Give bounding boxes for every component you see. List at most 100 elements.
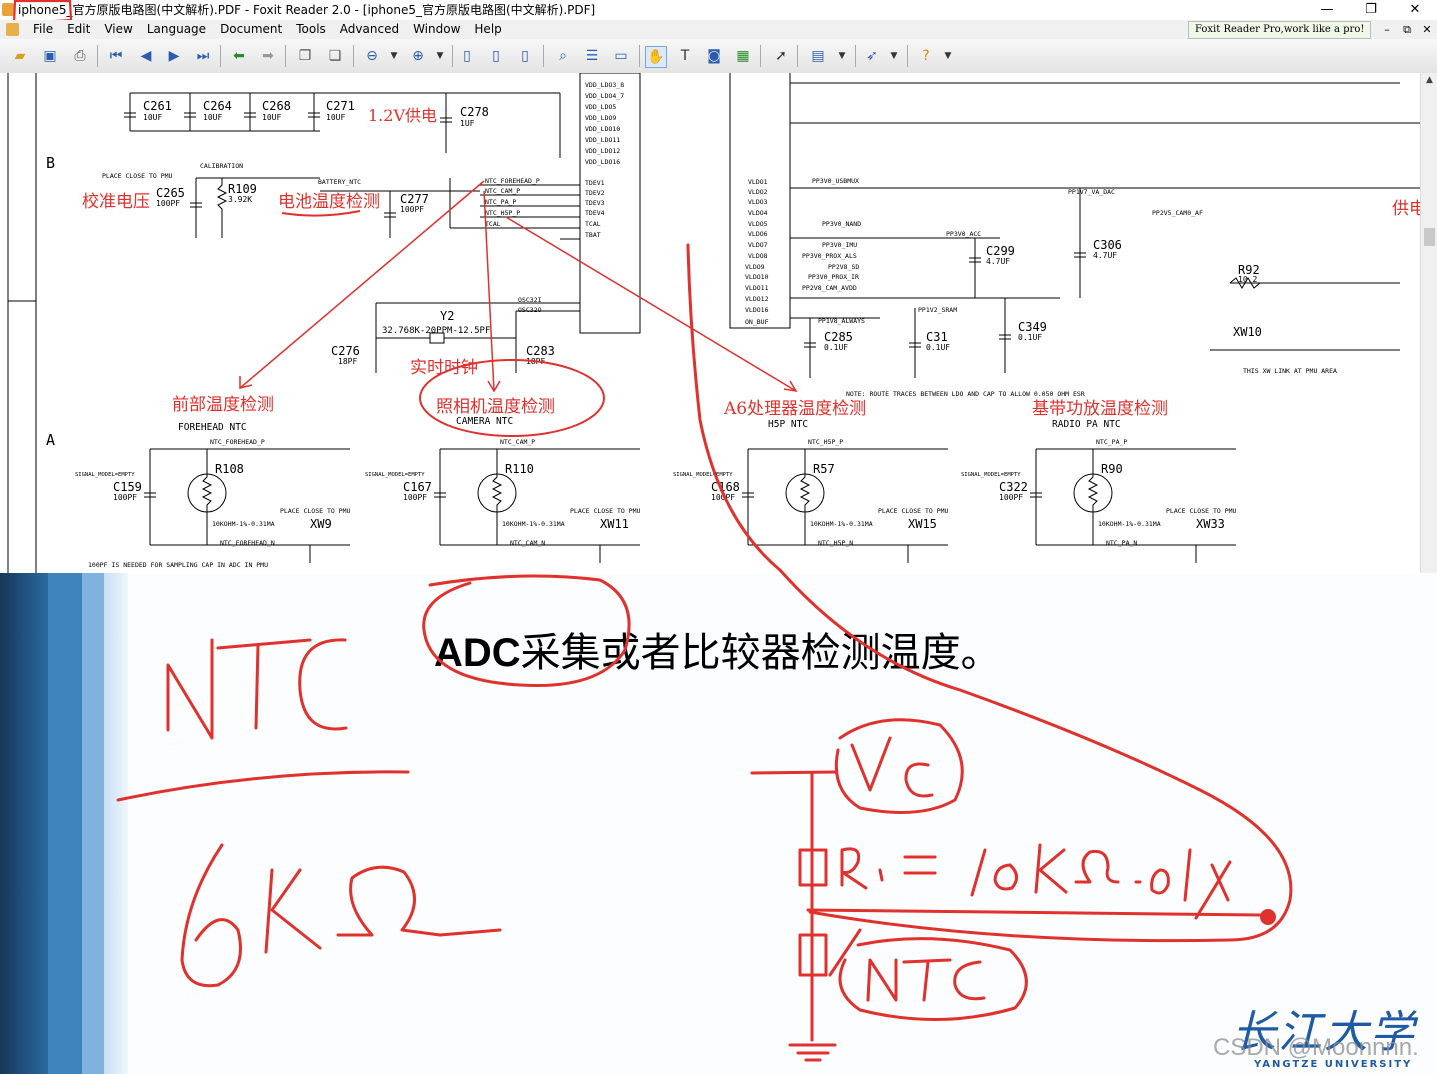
comment-dropdown-icon[interactable]: ▼	[832, 46, 852, 66]
pin-label: VDD_LDO5	[585, 103, 616, 111]
menu-edit[interactable]: Edit	[60, 20, 97, 39]
app-icon	[2, 3, 14, 16]
net-p-label: NTC_PA_P	[1096, 438, 1127, 446]
r92-value: 10.2	[1238, 275, 1257, 284]
net-label: PP3V0_PROX_IR	[808, 273, 859, 281]
paste-icon[interactable]: ❏	[325, 46, 345, 66]
c285-value: 0.1UF	[824, 343, 848, 352]
zoom-out-dropdown-icon[interactable]: ▼	[384, 46, 404, 66]
c276-value: 18PF	[338, 357, 357, 366]
a6-temp-label: A6处理器温度检测	[723, 399, 866, 419]
select-icon[interactable]: ➚	[771, 46, 791, 66]
back-icon[interactable]: ⬅	[229, 46, 249, 66]
doc-close-button[interactable]: ✕	[1417, 20, 1437, 39]
pro-ad-banner[interactable]: Foxit Reader Pro,work like a pro!	[1188, 21, 1372, 39]
c271-value: 10UF	[326, 113, 345, 122]
facing-icon[interactable]: ▯	[515, 46, 535, 66]
link-dropdown-icon[interactable]: ▼	[884, 46, 904, 66]
menu-document[interactable]: Document	[213, 20, 289, 39]
copy-icon[interactable]: ❐	[295, 46, 315, 66]
print-icon[interactable]: ⎙	[70, 46, 90, 66]
heading-text: 采集或者比较器检测温度。	[520, 630, 1001, 676]
help-dropdown-icon[interactable]: ▼	[938, 46, 958, 66]
zoom-in-icon[interactable]: ⊕	[408, 46, 428, 66]
open-icon[interactable]: ▰	[10, 46, 30, 66]
c271-label: C271	[326, 99, 355, 113]
c265-value: 100PF	[156, 199, 180, 208]
pin-label: VLDO2	[748, 188, 768, 196]
prev-page-icon[interactable]: ◀	[136, 46, 156, 66]
cap-value: 100PF	[113, 493, 137, 502]
zoom-out-icon[interactable]: ⊖	[362, 46, 382, 66]
menu-items: File Edit View Language Document Tools A…	[26, 20, 509, 39]
menu-tools[interactable]: Tools	[289, 20, 333, 39]
c349-value: 0.1UF	[1018, 333, 1042, 342]
hand-icon[interactable]: ✋	[645, 46, 667, 68]
resistor-label: R90	[1101, 462, 1123, 476]
net-label: PP3V0_NAND	[822, 220, 861, 228]
resistor-value: 10KOHM-1%-0.31MA	[212, 520, 275, 528]
c261-label: C261	[143, 99, 172, 113]
net-label: NTC_CAM_P	[485, 187, 520, 195]
ntc-name: RADIO PA NTC	[1052, 419, 1121, 430]
text-select-icon[interactable]: T	[675, 46, 695, 66]
find-icon[interactable]: ⌕	[553, 46, 573, 66]
cap-label: C167	[403, 480, 432, 494]
pmu-ldo-pins: VDD_LDO3_8 VDD_LDO4_7 VDD_LDO5 VDD_LDO9 …	[585, 81, 624, 239]
next-page-icon[interactable]: ▶	[164, 46, 184, 66]
c285-label: C285	[824, 330, 853, 344]
net-label: PP2V8_CAM_AVDD	[802, 284, 857, 292]
net-label: NTC_H5P_P	[485, 209, 520, 217]
csdn-watermark: CSDN @Moonnnn.	[1213, 1034, 1419, 1061]
doc-minimize-button[interactable]: –	[1377, 20, 1397, 39]
menu-language[interactable]: Language	[140, 20, 213, 39]
net-n-label: NTC_PA_N	[1106, 539, 1137, 547]
scroll-up-icon[interactable]: ▲	[1421, 75, 1437, 85]
first-page-icon[interactable]: ⏮	[106, 46, 126, 66]
bookmark-icon[interactable]: ☰	[582, 46, 602, 66]
pin-label: VLDO3	[748, 198, 768, 206]
link-icon[interactable]: ➶	[862, 46, 882, 66]
comment-icon[interactable]: ▤	[808, 46, 828, 66]
help-icon[interactable]: ?	[916, 46, 936, 66]
ntc-block-r90: RADIO PA NTC NTC_PA_P R90 C322100PF 10KOHM-1…	[961, 419, 1237, 563]
pin-label: VDD_LDO16	[585, 158, 620, 166]
scroll-thumb[interactable]	[1424, 228, 1435, 246]
rtc-label: 实时时钟	[410, 358, 478, 378]
place-close-label: PLACE CLOSE TO PMU	[280, 507, 351, 515]
osc-in-label: OSC32I	[518, 296, 542, 304]
close-button[interactable]: ✕	[1393, 0, 1437, 20]
pin-label: VDD_LDO3_8	[585, 81, 624, 89]
menu-help[interactable]: Help	[467, 20, 508, 39]
single-page-icon[interactable]: ▯	[457, 46, 477, 66]
route-note: NOTE: ROUTE TRACES BETWEEN LDO AND CAP T…	[846, 390, 1085, 398]
zoom-in-dropdown-icon[interactable]: ▼	[430, 46, 450, 66]
cap-value: 100PF	[999, 493, 1023, 502]
fit-icon[interactable]: ▭	[611, 46, 631, 66]
doc-restore-button[interactable]: ⧉	[1397, 20, 1417, 39]
vldo-pins: VLDO1 VLDO2 VLDO3 VLDO4 VLDO5 VLDO6 VLDO…	[745, 178, 769, 326]
menu-view[interactable]: View	[97, 20, 139, 39]
title-bar: iphone5_官方原版电路图(中文解析).PDF - Foxit Reader…	[0, 0, 1437, 21]
image-icon[interactable]: ▦	[733, 46, 753, 66]
menu-advanced[interactable]: Advanced	[333, 20, 406, 39]
title-prefix: iphone5	[18, 3, 67, 17]
menu-window[interactable]: Window	[406, 20, 467, 39]
slide-heading: ADC采集或者比较器检测温度。	[434, 620, 1001, 678]
net-label: PP2V8_SD	[828, 263, 859, 271]
cap-label: C159	[113, 480, 142, 494]
menu-file[interactable]: File	[26, 20, 60, 39]
last-page-icon[interactable]: ⏭	[193, 46, 213, 66]
save-icon[interactable]: ▣	[40, 46, 60, 66]
forward-icon[interactable]: ➡	[258, 46, 278, 66]
pin-label: VDD_LDO12	[585, 147, 620, 155]
minimize-button[interactable]: —	[1305, 0, 1349, 20]
resistor-value: 10KOHM-1%-0.31MA	[810, 520, 873, 528]
maximize-button[interactable]: ❐	[1349, 0, 1393, 20]
vertical-scrollbar[interactable]: ▲	[1420, 73, 1437, 573]
snapshot-icon[interactable]: ◙	[704, 46, 724, 66]
document-view[interactable]: B A C261 10UF C264 10UF C268 10UF C271 1…	[0, 73, 1420, 573]
forehead-temp-label: 前部温度检测	[172, 395, 274, 415]
continuous-icon[interactable]: ▯	[486, 46, 506, 66]
c278-value: 1UF	[460, 119, 475, 128]
